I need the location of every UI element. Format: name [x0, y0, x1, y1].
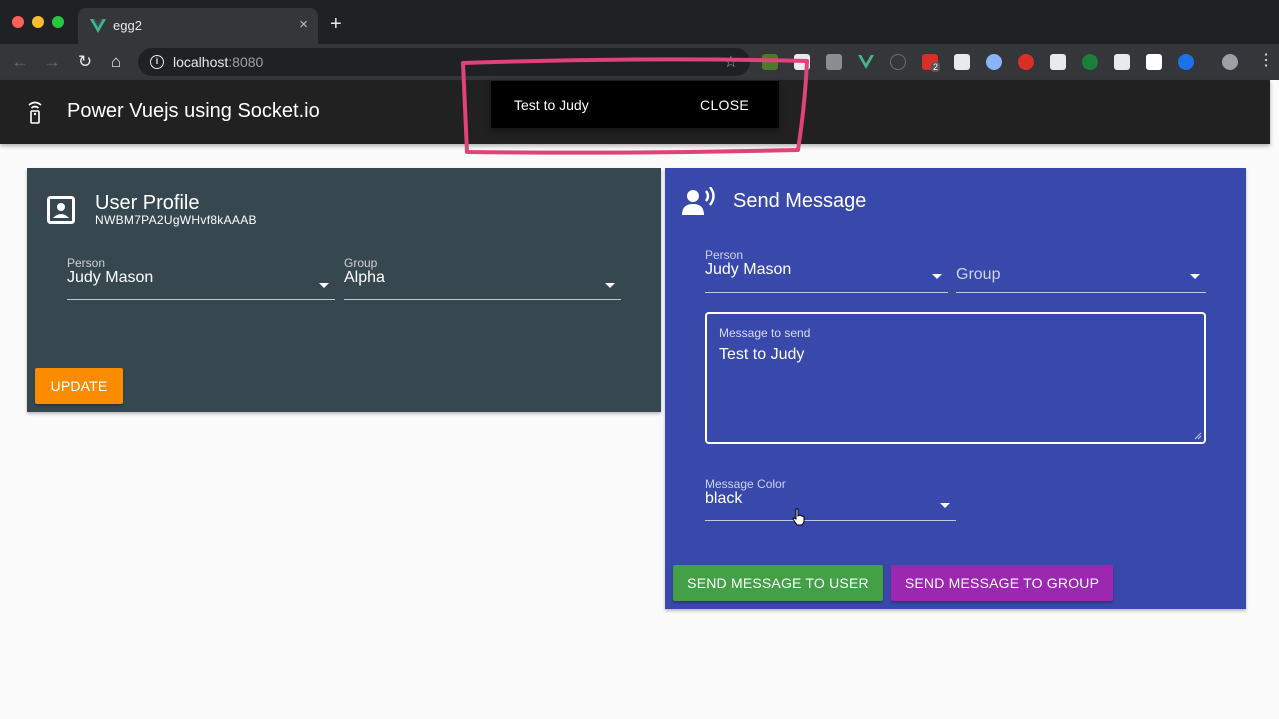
extension-color-icon[interactable] — [1082, 54, 1098, 70]
send-message-card: Send Message Person Judy Mason Group Mes… — [665, 168, 1246, 609]
chevron-down-icon — [319, 283, 329, 288]
tab-title: egg2 — [113, 18, 142, 33]
window-maximize-button[interactable] — [52, 16, 64, 28]
snackbar-text: Test to Judy — [514, 97, 589, 113]
remote-icon — [28, 101, 42, 124]
extension-a-icon[interactable] — [794, 54, 810, 70]
user-profile-title: User Profile — [95, 192, 200, 214]
message-color-select[interactable]: Message Color black — [705, 477, 956, 521]
extension-notion-icon[interactable] — [1114, 54, 1130, 70]
snackbar: Test to Judy CLOSE — [491, 81, 779, 128]
extension-vue-devtools-icon[interactable] — [858, 54, 874, 70]
chevron-down-icon — [940, 503, 950, 508]
url-text[interactable]: localhost:8080 — [173, 54, 263, 70]
profile-person-label: Person — [67, 256, 106, 270]
send-person-label: Person — [705, 248, 744, 262]
extension-zoom-icon[interactable] — [1178, 54, 1194, 70]
forward-arrow-icon[interactable]: → — [42, 52, 62, 72]
reload-icon[interactable]: ↻ — [75, 52, 95, 72]
send-message-title: Send Message — [733, 190, 867, 212]
field-underline — [705, 292, 948, 293]
chevron-down-icon — [1190, 274, 1200, 279]
new-tab-button[interactable]: + — [330, 14, 342, 34]
profile-group-label: Group — [344, 256, 378, 270]
field-underline — [67, 299, 335, 300]
field-underline — [956, 292, 1206, 293]
send-group-select[interactable]: Group — [956, 261, 1206, 293]
extension-hand-icon[interactable] — [1018, 54, 1034, 70]
extension-sheets-icon[interactable] — [762, 54, 778, 70]
browser-tab[interactable]: egg2 × — [78, 8, 318, 44]
tab-close-icon[interactable]: × — [299, 16, 308, 33]
snackbar-close-button[interactable]: CLOSE — [700, 97, 749, 113]
message-color-value: black — [705, 490, 743, 507]
user-profile-card: User Profile NWBM7PA2UgWHvf8kAAAB Person… — [27, 168, 661, 412]
window-close-button[interactable] — [12, 16, 24, 28]
chevron-down-icon — [932, 274, 942, 279]
vue-logo-icon — [90, 19, 106, 33]
field-underline — [344, 299, 621, 300]
info-icon[interactable]: i — [150, 55, 164, 69]
browser-toolbar: ← → ↻ ⌂ i localhost:8080 ☆ 2 ⋮ — [0, 44, 1279, 80]
extension-clock-icon[interactable] — [890, 54, 906, 70]
back-arrow-icon[interactable]: ← — [10, 52, 30, 72]
user-id: NWBM7PA2UgWHvf8kAAAB — [95, 213, 257, 227]
profile-person-select[interactable]: Person Judy Mason — [67, 256, 335, 300]
message-value[interactable]: Test to Judy — [719, 346, 804, 364]
extension-square-icon[interactable] — [1050, 54, 1066, 70]
update-button[interactable]: UPDATE — [35, 368, 123, 404]
extension-circle-icon[interactable] — [986, 54, 1002, 70]
window-minimize-button[interactable] — [32, 16, 44, 28]
field-underline — [705, 520, 956, 521]
extension-doc-icon[interactable] — [954, 54, 970, 70]
extension-s-icon[interactable] — [826, 54, 842, 70]
profile-group-select[interactable]: Group Alpha — [344, 256, 621, 300]
app-title: Power Vuejs using Socket.io — [67, 100, 320, 122]
home-icon[interactable]: ⌂ — [106, 52, 126, 72]
url-port: :8080 — [228, 54, 264, 70]
account-box-icon — [47, 196, 75, 224]
url-host: localhost — [173, 54, 229, 70]
send-to-group-button[interactable]: SEND MESSAGE TO GROUP — [891, 565, 1113, 601]
extension-blank-icon[interactable] — [1146, 54, 1162, 70]
send-person-select[interactable]: Person Judy Mason — [705, 248, 948, 293]
extension-badge: 2 — [931, 62, 941, 72]
message-textarea[interactable]: Message to send Test to Judy — [705, 312, 1206, 444]
browser-tab-bar: egg2 × + — [0, 0, 1279, 44]
profile-person-value: Judy Mason — [67, 269, 154, 286]
chevron-down-icon — [605, 283, 615, 288]
send-group-placeholder: Group — [956, 266, 1001, 283]
record-voice-icon — [682, 187, 715, 215]
message-color-label: Message Color — [705, 477, 786, 491]
profile-group-value: Alpha — [344, 269, 385, 286]
profile-avatar[interactable] — [1222, 54, 1238, 70]
browser-menu-icon[interactable]: ⋮ — [1258, 52, 1274, 70]
send-person-value: Judy Mason — [705, 261, 792, 278]
bookmark-star-icon[interactable]: ☆ — [724, 52, 738, 72]
extension-todo-icon[interactable]: 2 — [922, 54, 941, 72]
send-to-user-button[interactable]: SEND MESSAGE TO USER — [673, 565, 883, 601]
hand-cursor-icon — [792, 508, 805, 526]
resize-handle-icon[interactable] — [1194, 432, 1202, 440]
message-label: Message to send — [719, 326, 811, 340]
address-bar[interactable]: i localhost:8080 ☆ — [138, 48, 750, 76]
